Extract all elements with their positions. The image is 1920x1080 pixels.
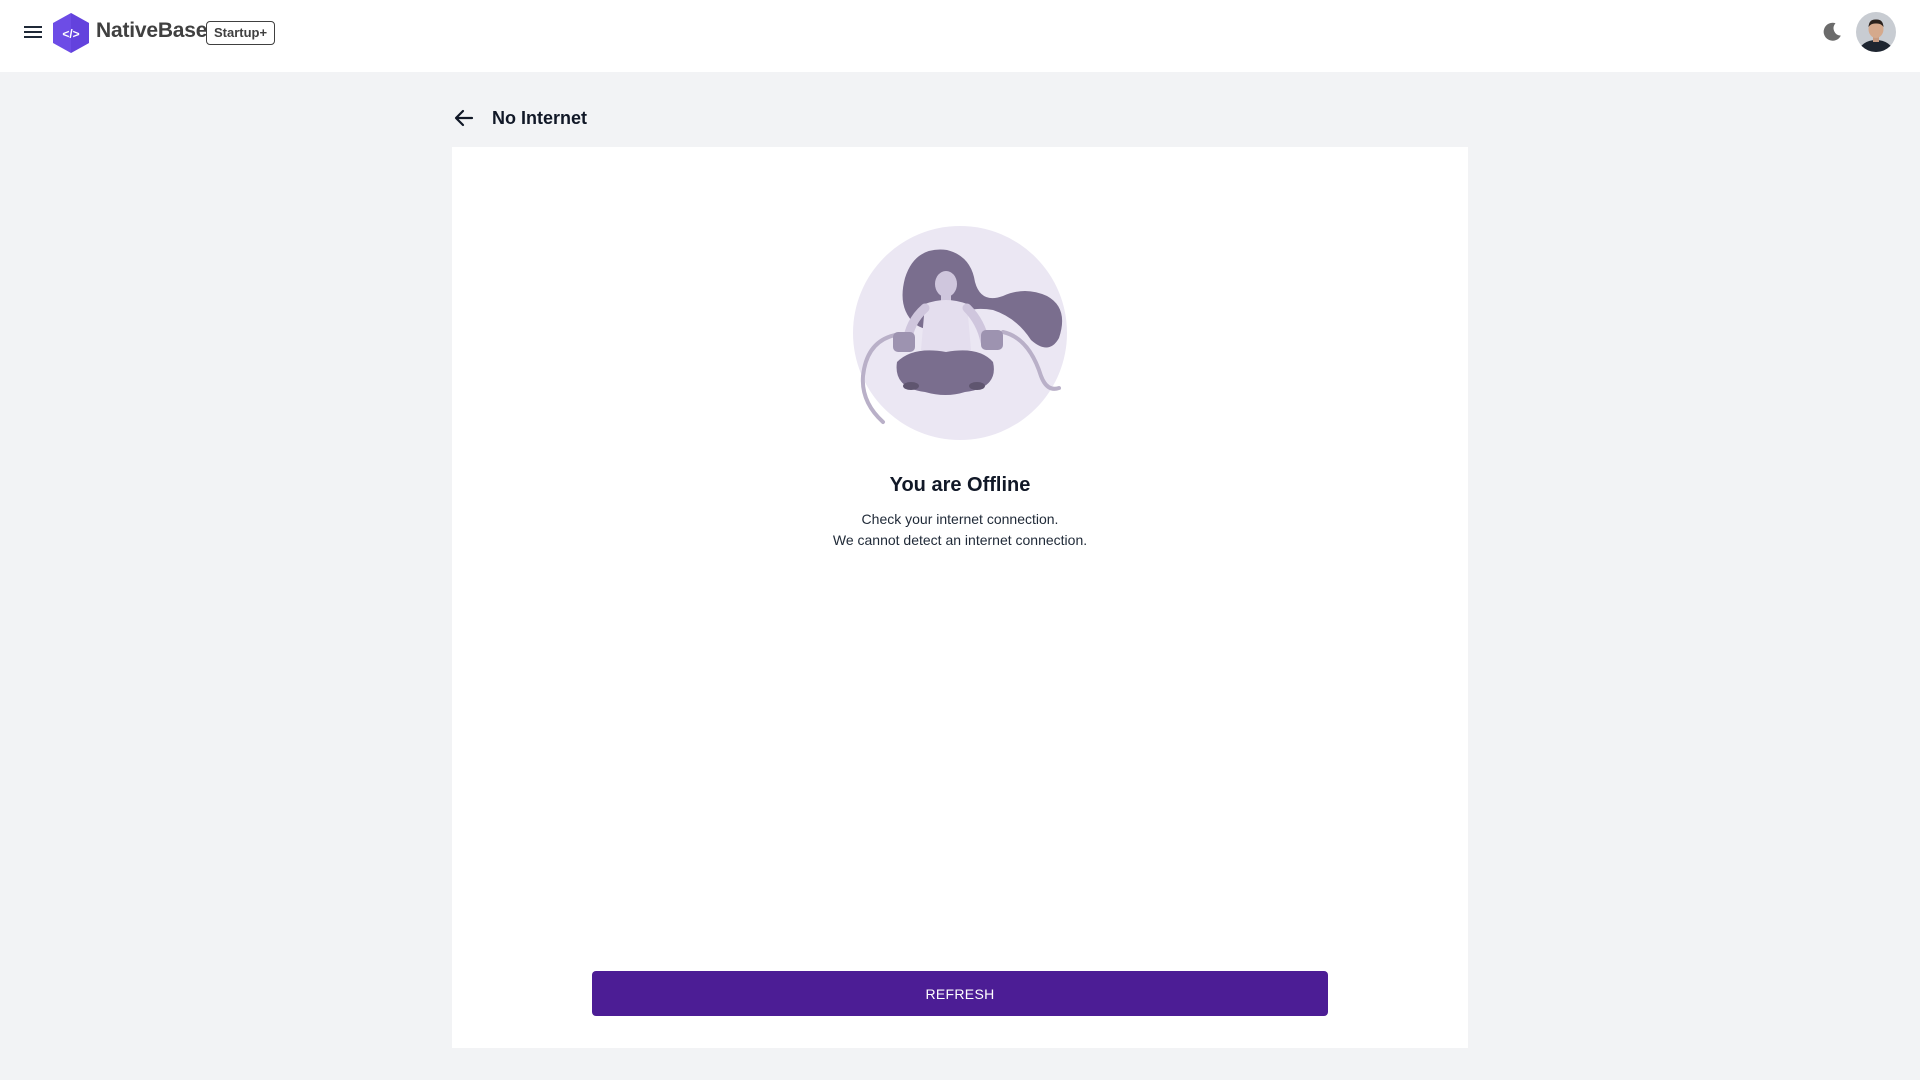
plan-badge: Startup+ [206, 21, 276, 45]
offline-title: You are Offline [889, 474, 1031, 496]
page-title: No Internet [492, 108, 588, 128]
offline-message-line-2: We cannot detect an internet connection. [832, 532, 1088, 548]
moon-icon[interactable] [1820, 20, 1844, 44]
user-avatar[interactable] [1856, 12, 1896, 52]
offline-card: You are Offline Check your internet conn… [452, 147, 1468, 1048]
hamburger-menu-icon[interactable] [22, 22, 44, 42]
arrow-left-icon[interactable] [452, 106, 476, 130]
nativebase-logo-icon[interactable]: </> [52, 12, 90, 54]
avatar-image [1856, 12, 1896, 52]
offline-message-line-1: Check your internet connection. [861, 511, 1059, 527]
brand-name: NativeBase [96, 19, 208, 42]
top-navigation-bar: </> NativeBase Startup+ [0, 0, 1920, 72]
svg-text:</>: </> [62, 27, 79, 41]
refresh-button[interactable]: REFRESH [592, 971, 1328, 1016]
offline-illustration [853, 226, 1067, 440]
